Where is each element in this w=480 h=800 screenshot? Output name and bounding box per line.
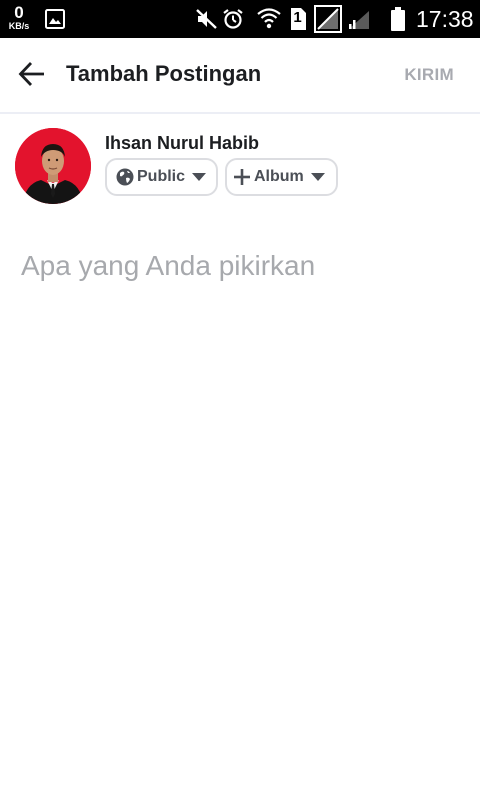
album-label: Album [254, 168, 304, 185]
plus-icon [233, 168, 251, 186]
wifi-icon [257, 7, 281, 34]
globe-icon [116, 168, 134, 186]
send-button[interactable]: KIRIM [404, 65, 454, 85]
clock: 17:38 [416, 6, 474, 32]
signal-icon [314, 5, 342, 38]
sim-icon: 1 [289, 7, 307, 36]
back-arrow-icon [18, 61, 46, 92]
album-selector[interactable]: Album [225, 158, 338, 196]
app-bar: Tambah Postingan KIRIM [0, 38, 480, 114]
privacy-label: Public [137, 168, 186, 185]
user-name: Ihsan Nurul Habib [105, 133, 260, 153]
gallery-icon [45, 9, 65, 34]
chevron-down-icon [192, 173, 207, 181]
battery-icon [391, 7, 405, 36]
privacy-selector[interactable]: Public [105, 158, 218, 196]
network-speed: 0 KB/s [6, 4, 32, 31]
avatar [15, 128, 91, 204]
status-bar: 0 KB/s 1 17:38 [0, 0, 480, 38]
signal-icon [347, 9, 371, 36]
chevron-down-icon [310, 173, 325, 181]
mute-icon [196, 9, 218, 34]
page-title: Tambah Postingan [66, 61, 262, 86]
network-speed-value: 0 [14, 3, 24, 22]
sim-slot-label: 1 [293, 9, 302, 26]
post-text-input[interactable]: Apa yang Anda pikirkan [21, 250, 461, 282]
alarm-icon [222, 8, 244, 35]
network-speed-unit: KB/s [8, 21, 30, 31]
back-button[interactable] [14, 58, 50, 94]
